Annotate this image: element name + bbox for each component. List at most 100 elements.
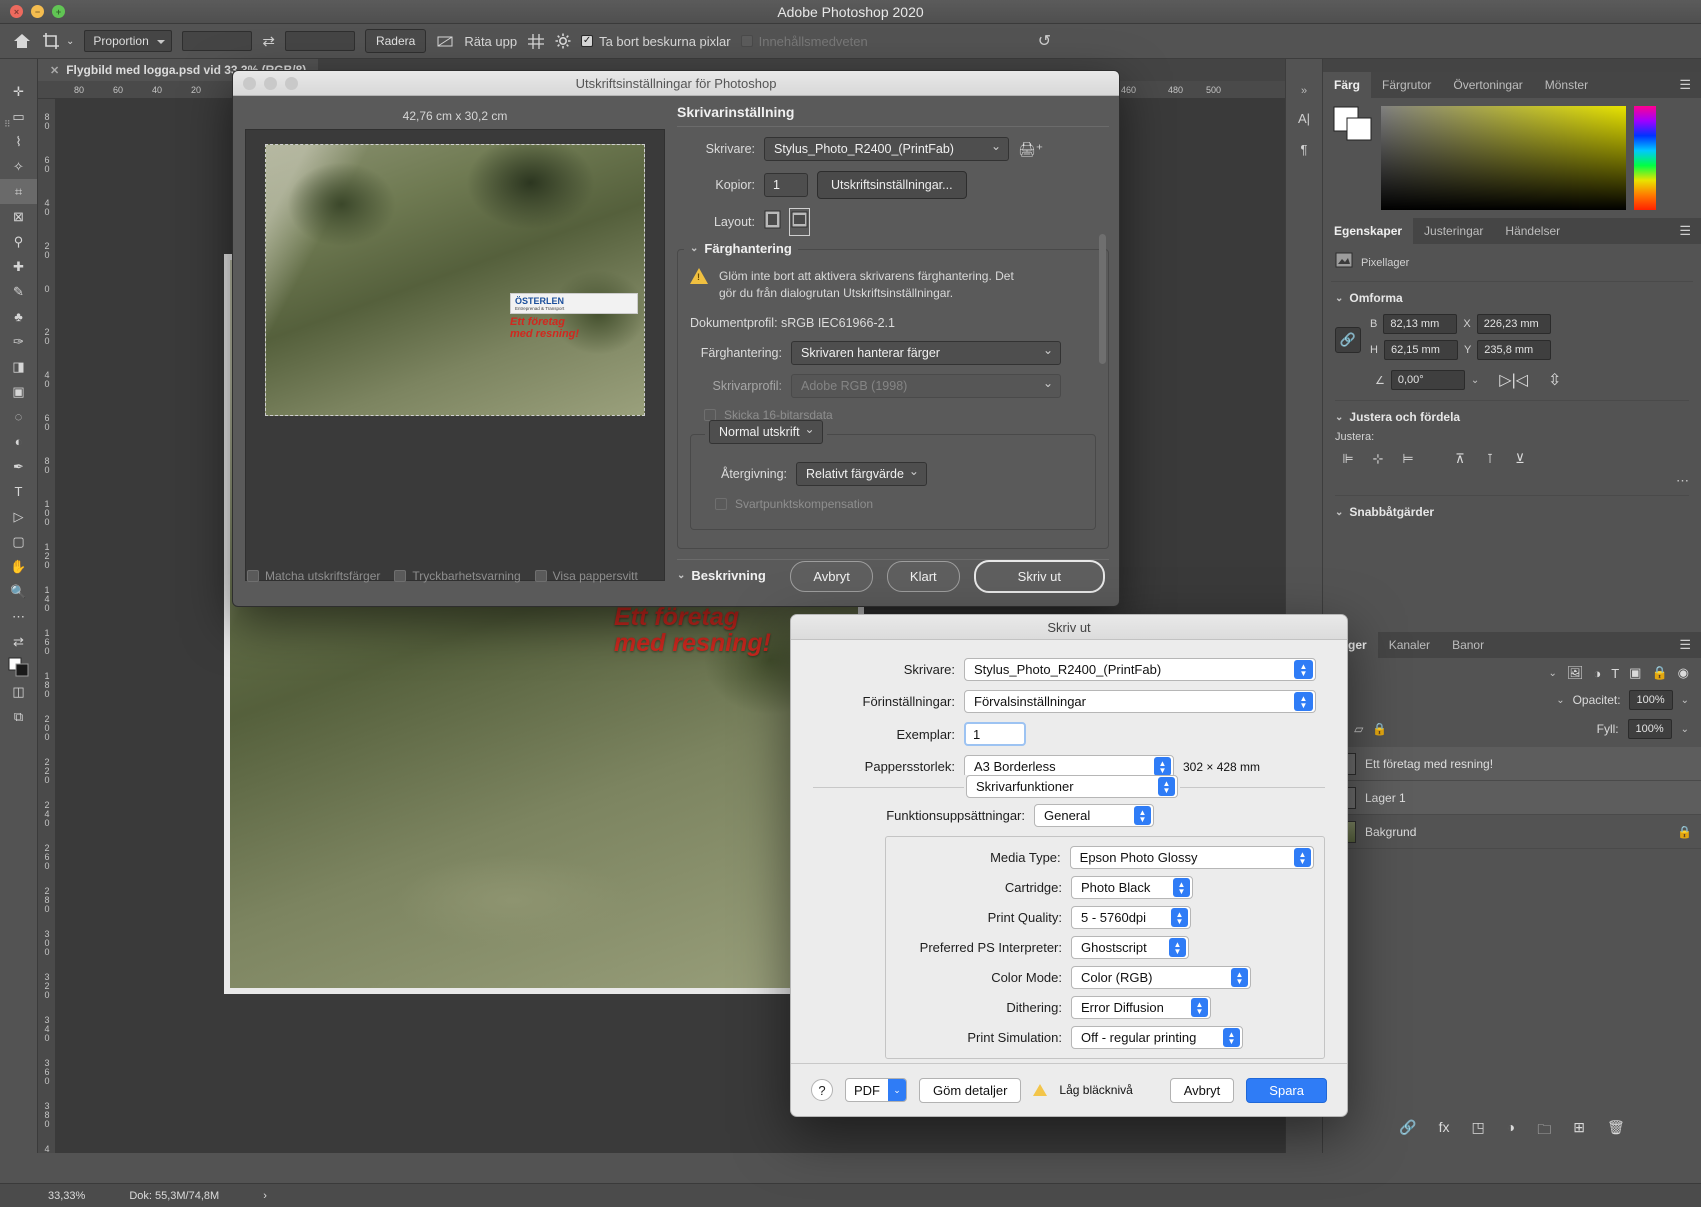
tool-more[interactable]: ⋯ [0,604,37,629]
chevron-down-icon[interactable]: ⌄ [1681,724,1689,735]
link-constrain-icon[interactable]: 🔗 [1335,327,1361,353]
tool-pen[interactable]: ✒ [0,454,37,479]
tool-gradient[interactable]: ▣ [0,379,37,404]
crop-tool-icon[interactable]: ⌄ [42,32,74,50]
tab-kanaler[interactable]: Kanaler [1378,632,1441,658]
close-icon[interactable]: ✕ [50,64,59,77]
mac-copies-input[interactable]: 1 [964,722,1026,746]
match-print-colors-checkbox[interactable]: Matcha utskriftsfärger [247,569,380,583]
panel-menu-icon[interactable]: ☰ [1669,72,1701,98]
question-mark-icon[interactable]: ? [811,1079,833,1101]
tool-path-select[interactable]: ▷ [0,504,37,529]
new-group-icon[interactable]: 🗀 [1537,1119,1551,1143]
stepper-icon[interactable]: ▲▼ [1173,878,1190,897]
print-preview-canvas[interactable]: ÖSTERLEN Entreprenad & Transport Ett för… [245,129,665,581]
adjustment-filter-icon[interactable]: ◑ [1593,666,1601,681]
stepper-icon[interactable]: ▲▼ [1134,806,1151,825]
chevron-down-icon[interactable]: ⌄ [1471,375,1479,386]
delete-layer-icon[interactable]: 🗑 [1607,1119,1625,1143]
cancel-button[interactable]: Avbryt [790,561,873,592]
mac-save-button[interactable]: Spara [1246,1078,1327,1103]
color-panel-tabs[interactable]: Färg Färgrutor Övertoningar Mönster ☰ [1323,72,1701,98]
layers-panel-tabs[interactable]: Lager Kanaler Banor ☰ [1323,632,1701,658]
paragraph-panel-icon[interactable]: ¶ [1286,142,1322,157]
fill-value[interactable]: 100% [1628,719,1672,739]
cartridge-select[interactable]: Photo Black ▲▼ [1071,876,1193,899]
flip-vertical-icon[interactable]: ⇳ [1548,370,1561,390]
print-quality-select[interactable]: 5 - 5760dpi ▲▼ [1071,906,1191,929]
mac-cancel-button[interactable]: Avbryt [1170,1078,1235,1103]
delete-cropped-pixels-checkbox[interactable]: ✓ Ta bort beskurna pixlar [581,34,731,49]
align-bottom-icon[interactable]: ⊻ [1507,449,1533,469]
photoshop-print-dialog[interactable]: Utskriftsinställningar för Photoshop 42,… [232,70,1120,607]
tool-rectangle[interactable]: ▢ [0,529,37,554]
double-chevron-icon[interactable]: » [1286,85,1322,97]
angle-input[interactable]: 0,00° [1391,370,1465,390]
stepper-icon[interactable]: ▲▼ [1294,848,1311,867]
chevron-down-icon[interactable]: ⌄ [888,1079,906,1101]
screen-mode-toggle[interactable]: ⧉ [0,704,37,729]
gamut-warning-checkbox[interactable]: Tryckbarhetsvarning [394,569,520,583]
clear-crop-button[interactable]: Radera [365,29,426,53]
tool-blur[interactable]: ◌ [0,404,37,429]
align-section-header[interactable]: ⌄ Justera och fördela [1335,410,1689,424]
tool-lasso[interactable]: ⌇ [0,129,37,154]
show-paper-white-checkbox[interactable]: Visa pappersvitt [535,569,638,583]
color-handling-select[interactable]: Skrivaren hanterar färger [791,341,1061,365]
tab-egenskaper[interactable]: Egenskaper [1323,218,1413,244]
chevron-down-icon[interactable]: ⌄ [1681,695,1689,706]
straighten-label[interactable]: Räta upp [464,34,517,49]
panel-menu-icon[interactable]: ☰ [1669,218,1701,244]
tool-healing[interactable]: ✚ [0,254,37,279]
print-button[interactable]: Skriv ut [974,560,1105,593]
tab-justeringar[interactable]: Justeringar [1413,218,1494,244]
new-layer-icon[interactable]: ⊞ [1573,1119,1585,1143]
pdf-button[interactable]: PDF ⌄ [845,1078,907,1102]
stepper-icon[interactable]: ▲▼ [1294,660,1313,679]
tab-fargrutor[interactable]: Färgrutor [1371,72,1442,98]
home-icon[interactable] [12,32,32,50]
stepper-icon[interactable]: ▲▼ [1158,777,1175,796]
stepper-icon[interactable]: ▲▼ [1191,998,1208,1017]
x-input[interactable]: 226,23 mm [1477,314,1551,334]
reset-icon[interactable]: ↺ [1038,31,1051,51]
filter-toggle-icon[interactable]: ◉ [1678,665,1689,681]
print-simulation-select[interactable]: Off - regular printing ▲▼ [1071,1026,1243,1049]
tool-quick-select[interactable]: ✧ [0,154,37,179]
table-row[interactable]: Ett företag med resning! [1323,747,1701,781]
mac-feature-popup[interactable]: Skrivarfunktioner ▲▼ [966,775,1178,798]
stepper-icon[interactable]: ▲▼ [1169,938,1186,957]
shape-filter-icon[interactable]: ▣ [1629,665,1641,681]
table-row[interactable]: Lager 1 [1323,781,1701,815]
quick-mask-toggle[interactable]: ◫ [0,679,37,704]
crop-width-input[interactable] [182,31,252,51]
hide-details-button[interactable]: Göm detaljer [919,1078,1021,1103]
mac-presets-select[interactable]: Förvalsinställningar ▲▼ [964,690,1316,713]
rendering-intent-select[interactable]: Relativt färgvärde [796,462,927,486]
lock-icon[interactable]: 🔒 [1677,825,1692,839]
color-mode-select[interactable]: Color (RGB) ▲▼ [1071,966,1251,989]
tab-monster[interactable]: Mönster [1534,72,1599,98]
opacity-value[interactable]: 100% [1629,690,1673,710]
foreground-background-swatch[interactable] [1333,106,1373,142]
tool-eyedropper[interactable]: ⚲ [0,229,37,254]
height-input[interactable]: 62,15 mm [1384,340,1458,360]
tab-banor[interactable]: Banor [1441,632,1495,658]
gear-icon[interactable] [555,33,571,49]
align-middle-vertical-icon[interactable]: ⊺ [1477,449,1503,469]
ps-interpreter-select[interactable]: Ghostscript ▲▼ [1071,936,1189,959]
type-filter-icon[interactable]: T [1611,666,1619,681]
artboard-lock-icon[interactable]: ▱ [1354,722,1363,736]
print-settings-button[interactable]: Utskriftsinställningar... [817,171,967,199]
tool-zoom[interactable]: 🔍 [0,579,37,604]
chevron-down-icon[interactable]: ⌄ [1548,668,1556,679]
layout-landscape-icon[interactable] [790,209,809,235]
foreground-background-color[interactable] [0,654,37,679]
tool-type[interactable]: T [0,479,37,504]
quick-actions-section-header[interactable]: ⌄ Snabbåtgärder [1335,505,1689,519]
align-top-icon[interactable]: ⊼ [1447,449,1473,469]
align-left-icon[interactable]: ⊫ [1335,449,1361,469]
width-input[interactable]: 82,13 mm [1383,314,1457,334]
tool-frame[interactable]: ⊠ [0,204,37,229]
mac-feature-set-select[interactable]: General ▲▼ [1034,804,1154,827]
